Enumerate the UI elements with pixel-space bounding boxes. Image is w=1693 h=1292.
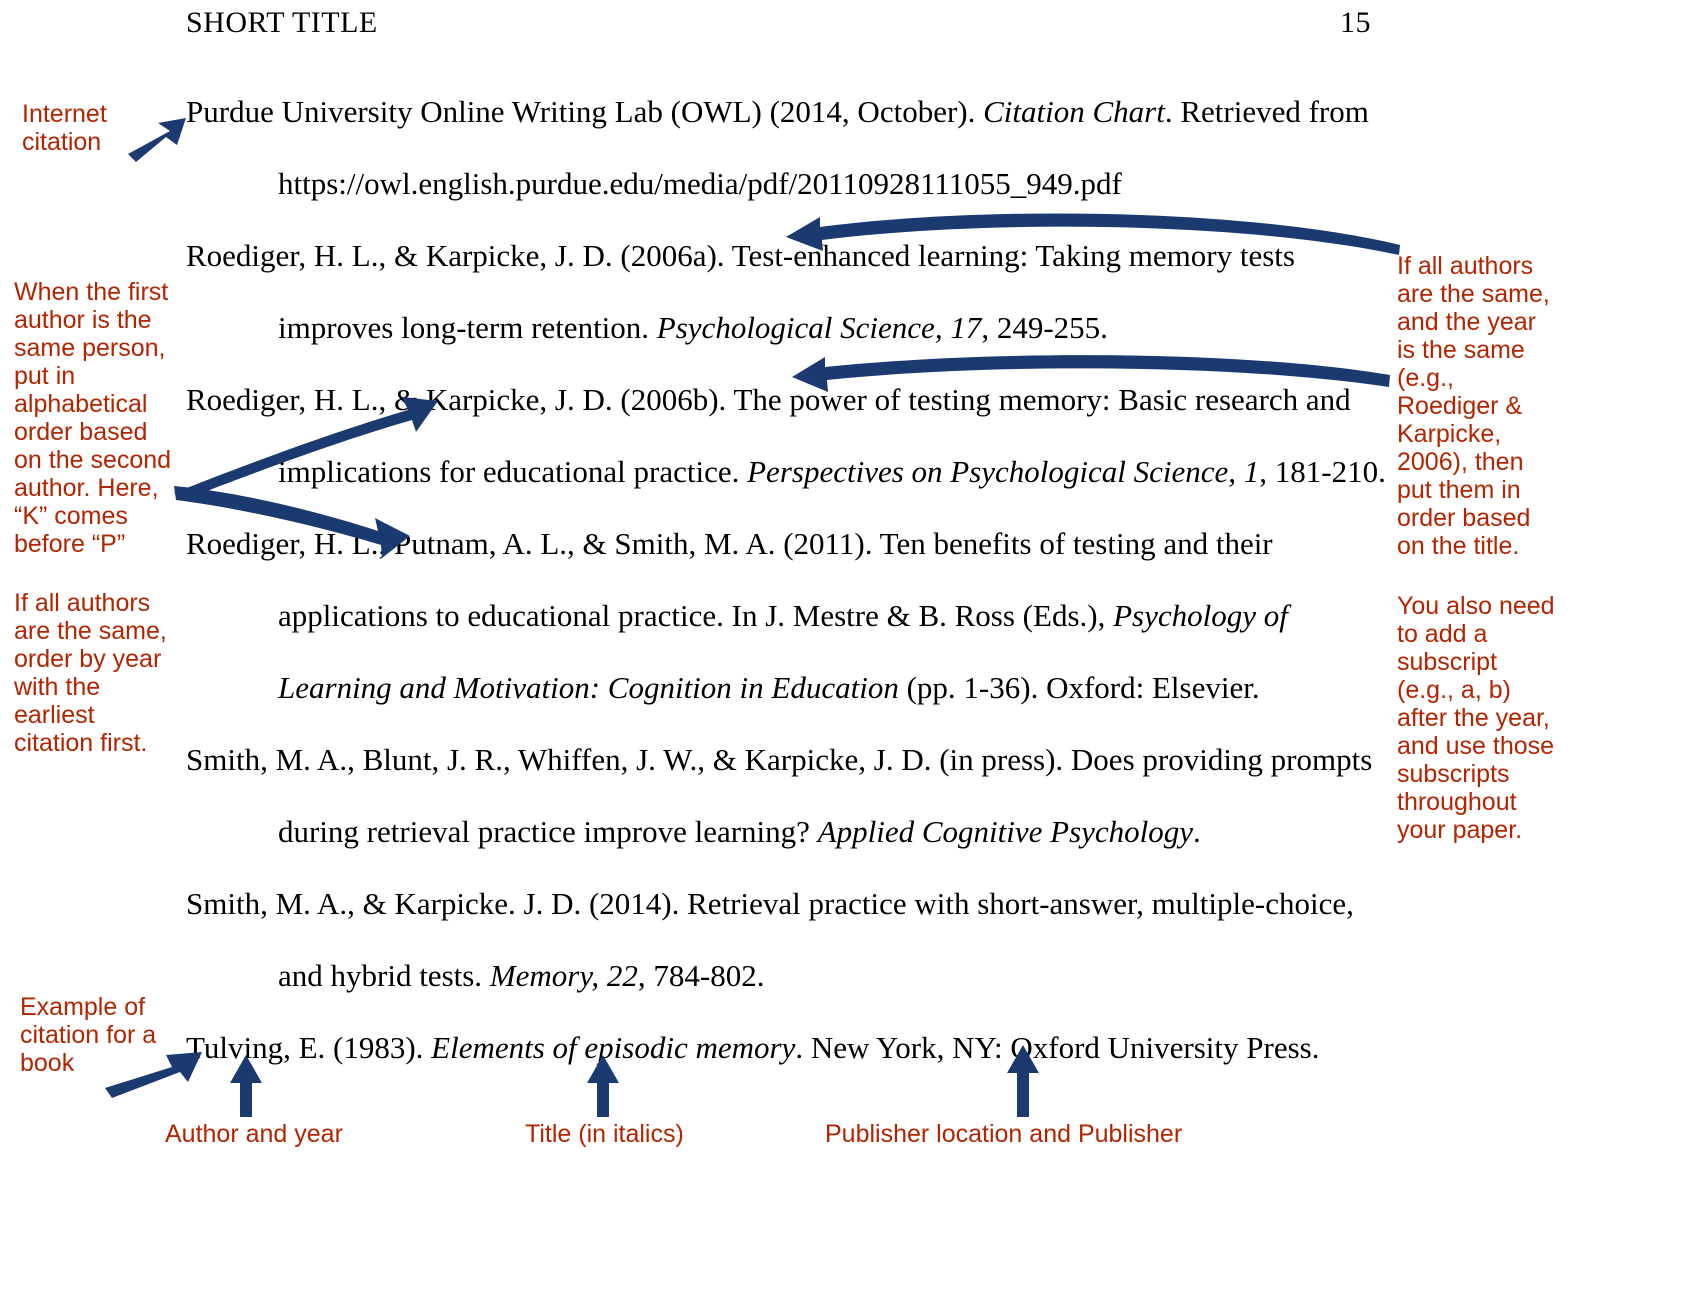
reference-text: Tulving, E. (1983). — [186, 1030, 432, 1065]
reference-text: Roediger, H. L., & Karpicke, J. D. (2006… — [186, 238, 1295, 273]
annotation-author-and-year: Author and year — [165, 1120, 343, 1148]
reference-line: Roediger, H. L., & Karpicke, J. D. (2006… — [186, 240, 1295, 271]
annotation-internet-citation: Internet citation — [22, 100, 107, 156]
annotation-all-authors-and-year-same: If all authors are the same, and the yea… — [1397, 252, 1550, 560]
annotation-all-authors-same-order-by-year: If all authors are the same, order by ye… — [14, 589, 167, 757]
reference-title-italic: Psychology of — [1113, 598, 1288, 633]
reference-text: Smith, M. A., Blunt, J. R., Whiffen, J. … — [186, 742, 1373, 777]
annotation-subscript-note: You also need to add a subscript (e.g., … — [1397, 592, 1555, 844]
reference-line: applications to educational practice. In… — [278, 600, 1288, 631]
reference-text: Roediger, H. L., & Karpicke, J. D. (2006… — [186, 382, 1351, 417]
reference-text: . Retrieved from — [1164, 94, 1369, 129]
reference-line: Smith, M. A., Blunt, J. R., Whiffen, J. … — [186, 744, 1372, 775]
reference-title-italic: Applied Cognitive Psychology — [817, 814, 1194, 849]
reference-text: applications to educational practice. In… — [278, 598, 1114, 633]
reference-line: Learning and Motivation: Cognition in Ed… — [278, 672, 1260, 703]
reference-text: during retrieval practice improve learni… — [278, 814, 818, 849]
reference-line: during retrieval practice improve learni… — [278, 816, 1201, 847]
reference-title-italic: Psychological Science, 17 — [656, 310, 982, 345]
reference-text: . — [1193, 814, 1201, 849]
reference-line: Smith, M. A., & Karpicke. J. D. (2014). … — [186, 888, 1354, 919]
reference-text: Purdue University Online Writing Lab (OW… — [186, 94, 984, 129]
reference-line: and hybrid tests. Memory, 22, 784-802. — [278, 960, 764, 991]
reference-text: implications for educational practice. — [278, 454, 748, 489]
reference-text: , 784-802. — [637, 958, 765, 993]
reference-text: and hybrid tests. — [278, 958, 490, 993]
reference-text: improves long-term retention. — [278, 310, 657, 345]
reference-line: improves long-term retention. Psychologi… — [278, 312, 1108, 343]
reference-title-italic: Perspectives on Psychological Science, 1 — [747, 454, 1260, 489]
reference-title-italic: Memory, 22 — [489, 958, 638, 993]
annotation-title-in-italics: Title (in italics) — [525, 1120, 684, 1148]
reference-title-italic: Learning and Motivation: Cognition in Ed… — [278, 670, 899, 705]
reference-text: (pp. 1-36). Oxford: Elsevier. — [898, 670, 1260, 705]
reference-line: Roediger, H. L., & Karpicke, J. D. (2006… — [186, 384, 1351, 415]
page-number: 15 — [1340, 6, 1371, 39]
reference-line: https://owl.english.purdue.edu/media/pdf… — [278, 168, 1122, 199]
reference-text: Smith, M. A., & Karpicke. J. D. (2014). … — [186, 886, 1354, 921]
reference-line: Tulving, E. (1983). Elements of episodic… — [186, 1032, 1319, 1063]
reference-text: , 249-255. — [981, 310, 1108, 345]
reference-line: implications for educational practice. P… — [278, 456, 1386, 487]
reference-text: , 181-210. — [1259, 454, 1386, 489]
apa-reference-page: SHORT TITLE 15 Purdue University Online … — [0, 0, 1693, 1292]
reference-line: Roediger, H. L., Putnam, A. L., & Smith,… — [186, 528, 1273, 559]
annotation-first-author-same: When the first author is the same person… — [14, 278, 172, 558]
reference-text: https://owl.english.purdue.edu/media/pdf… — [278, 166, 1122, 201]
reference-title-italic: Elements of episodic memory — [431, 1030, 796, 1065]
reference-text: . New York, NY: Oxford University Press. — [795, 1030, 1320, 1065]
annotation-book-example: Example of citation for a book — [20, 993, 157, 1077]
reference-text: Roediger, H. L., Putnam, A. L., & Smith,… — [186, 526, 1273, 561]
running-head: SHORT TITLE — [186, 6, 378, 39]
annotation-publisher-location: Publisher location and Publisher — [825, 1120, 1183, 1148]
reference-line: Purdue University Online Writing Lab (OW… — [186, 96, 1369, 127]
reference-title-italic: Citation Chart — [983, 94, 1165, 129]
